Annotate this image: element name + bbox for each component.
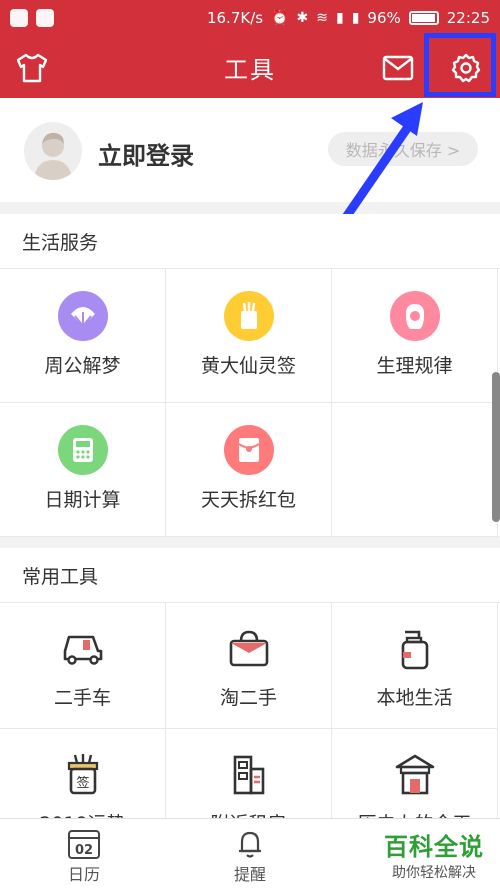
lot-icon: [223, 291, 274, 341]
tool-label: 2019运势: [39, 809, 125, 818]
qq-app-icon: [36, 9, 54, 27]
battery-icon: [408, 11, 439, 25]
tool-label: 淘二手: [219, 687, 277, 709]
car-icon: [59, 625, 107, 673]
calendar-icon: 02: [68, 830, 100, 859]
save-data-chip[interactable]: 数据永久保存 >: [328, 132, 478, 166]
bell-icon: [239, 831, 261, 858]
tool-label: 二手车: [53, 687, 111, 709]
tool-dream-interpretation[interactable]: 周公解梦: [0, 269, 166, 403]
scroll-handle[interactable]: [492, 372, 500, 522]
tool-label: 附近租房: [210, 809, 286, 818]
tab-reminder[interactable]: 提醒: [190, 827, 310, 885]
section-title-tools: 常用工具: [22, 566, 99, 588]
battery-percent: 96%: [367, 9, 401, 27]
common-tools-section: 常用工具 二手车 淘二手 本地生活 签 2019运势: [0, 548, 500, 818]
tool-second-hand[interactable]: 淘二手: [166, 603, 332, 729]
tool-label: 生理规律: [376, 355, 453, 377]
signal-icon: ▮: [335, 10, 344, 26]
mail-icon: [382, 55, 414, 81]
tool-local-life[interactable]: 本地生活: [332, 603, 498, 729]
alarm-icon: ⏰: [271, 10, 289, 26]
login-row[interactable]: 立即登录 数据永久保存 >: [0, 98, 500, 202]
tool-label: 历史上的今天: [357, 809, 471, 818]
tab-calendar[interactable]: 02 日历: [24, 827, 144, 885]
signal-icon-2: ▮: [351, 10, 360, 26]
house-icon: [391, 751, 439, 799]
red-packet-icon: [223, 425, 274, 475]
section-title-life: 生活服务: [22, 232, 99, 254]
svg-text:签: 签: [76, 775, 89, 791]
tool-fortune-2019[interactable]: 签 2019运势: [0, 729, 166, 818]
watermark-title: 百科全说: [384, 833, 484, 861]
common-tools-grid: 二手车 淘二手 本地生活 签 2019运势 附近租房: [0, 602, 500, 818]
tool-label: 天天拆红包: [200, 489, 296, 511]
network-speed: 16.7K/s: [206, 9, 264, 27]
tool-today-in-history[interactable]: 历史上的今天: [332, 729, 498, 818]
bottle-icon: [391, 625, 439, 673]
status-bar: 16.7K/s ⏰ ✱ ≋ ▮ ▮ 96% 22:25: [0, 0, 500, 36]
tool-red-packet[interactable]: 天天拆红包: [166, 403, 332, 537]
default-avatar-icon: [34, 132, 72, 180]
shield-app-icon: [10, 9, 28, 27]
tool-label: 黄大仙灵签: [200, 355, 296, 377]
life-services-grid: 周公解梦 黄大仙灵签 生理规律 日期计算 天天拆红包: [0, 268, 500, 537]
bluetooth-icon: ✱: [296, 10, 309, 26]
fan-icon: [57, 291, 108, 341]
woman-icon: [389, 291, 440, 341]
tool-label: 周公解梦: [44, 355, 121, 377]
empty-cell: [332, 403, 498, 537]
bottom-tab-bar: 02 日历 提醒 百科全说 助你轻松解决: [0, 818, 500, 889]
calendar-day: 02: [75, 843, 93, 858]
calculator-icon: [57, 425, 108, 475]
tab-label: 日历: [67, 865, 100, 884]
tool-label: 日期计算: [44, 489, 121, 511]
tool-label: 本地生活: [376, 687, 453, 709]
watermark-subtitle: 助你轻松解决: [392, 865, 476, 881]
tool-menstrual-cycle[interactable]: 生理规律: [332, 269, 498, 403]
settings-highlight-box: [424, 33, 496, 97]
tool-wong-tai-sin-lot[interactable]: 黄大仙灵签: [166, 269, 332, 403]
tool-used-car[interactable]: 二手车: [0, 603, 166, 729]
life-services-section: 生活服务 周公解梦 黄大仙灵签 生理规律 日期计算 天天拆红包: [0, 214, 500, 537]
wifi-icon: ≋: [316, 10, 328, 26]
watermark: 百科全说 助你轻松解决: [374, 827, 494, 882]
tab-label: 提醒: [233, 865, 266, 884]
message-button[interactable]: [378, 48, 418, 88]
login-title[interactable]: 立即登录: [98, 136, 194, 171]
building-icon: [225, 751, 273, 799]
clock: 22:25: [446, 9, 490, 27]
avatar[interactable]: [24, 122, 82, 180]
fortune-jar-icon: 签: [59, 751, 107, 799]
tool-date-calculator[interactable]: 日期计算: [0, 403, 166, 537]
tool-nearby-rental[interactable]: 附近租房: [166, 729, 332, 818]
bag-icon: [225, 625, 273, 673]
